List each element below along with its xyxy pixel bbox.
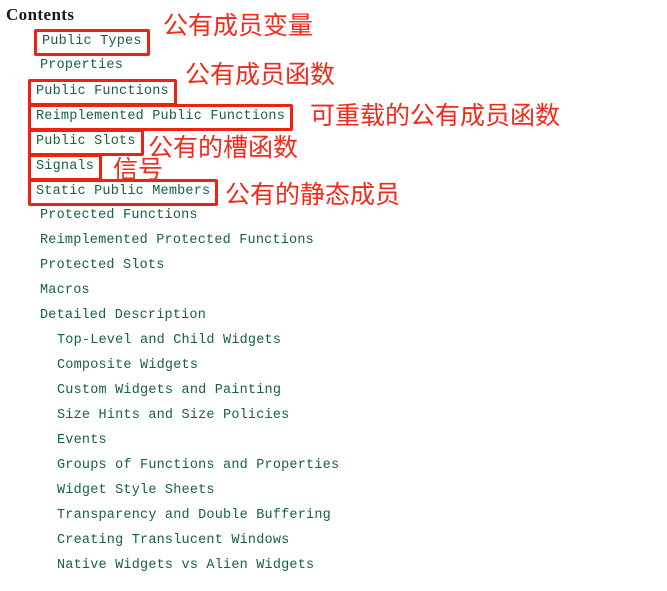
- annotation-label: 信号: [113, 155, 164, 184]
- toc-row: Groups of Functions and Properties: [0, 455, 667, 480]
- toc-link[interactable]: Public Slots: [28, 129, 144, 156]
- annotation-label: 公有的静态成员: [225, 180, 401, 209]
- toc-row: Creating Translucent Windows: [0, 530, 667, 555]
- toc-link[interactable]: Macros: [40, 282, 90, 300]
- toc-row: Top-Level and Child Widgets: [0, 330, 667, 355]
- toc-link[interactable]: Properties: [40, 57, 123, 75]
- toc-link[interactable]: Signals: [28, 154, 103, 181]
- toc-link[interactable]: Custom Widgets and Painting: [57, 382, 281, 400]
- page-title: Contents: [6, 5, 75, 24]
- annotation-label: 可重载的公有成员函数: [310, 101, 561, 130]
- toc-link[interactable]: Reimplemented Public Functions: [28, 104, 294, 131]
- toc-row: Reimplemented Protected Functions: [0, 230, 667, 255]
- toc-link[interactable]: Protected Slots: [40, 257, 165, 275]
- toc-row: Signals: [0, 154, 667, 181]
- toc-link[interactable]: Public Types: [34, 29, 150, 56]
- toc-link[interactable]: Size Hints and Size Policies: [57, 407, 289, 425]
- toc-link[interactable]: Reimplemented Protected Functions: [40, 232, 314, 250]
- toc-row: Macros: [0, 280, 667, 305]
- toc-row: Public Slots: [0, 129, 667, 156]
- toc-row: Composite Widgets: [0, 355, 667, 380]
- toc-link[interactable]: Creating Translucent Windows: [57, 532, 289, 550]
- toc-link[interactable]: Widget Style Sheets: [57, 482, 215, 500]
- toc-row: Protected Slots: [0, 255, 667, 280]
- toc-row: Transparency and Double Buffering: [0, 505, 667, 530]
- toc-row: Size Hints and Size Policies: [0, 405, 667, 430]
- annotation-label: 公有的槽函数: [148, 133, 299, 162]
- contents-page: Contents Public Types Properties Public Fu…: [0, 0, 667, 591]
- toc-link[interactable]: Native Widgets vs Alien Widgets: [57, 557, 314, 575]
- toc-row: Custom Widgets and Painting: [0, 380, 667, 405]
- toc-link[interactable]: Public Functions: [28, 79, 177, 106]
- toc-row: Detailed Description: [0, 305, 667, 330]
- toc-link[interactable]: Detailed Description: [40, 307, 206, 325]
- toc-link[interactable]: Top-Level and Child Widgets: [57, 332, 281, 350]
- toc-link[interactable]: Transparency and Double Buffering: [57, 507, 331, 525]
- toc-row: Widget Style Sheets: [0, 480, 667, 505]
- toc-link[interactable]: Events: [57, 432, 107, 450]
- toc-link[interactable]: Groups of Functions and Properties: [57, 457, 339, 475]
- toc-row: Native Widgets vs Alien Widgets: [0, 555, 667, 580]
- toc-row: Events: [0, 430, 667, 455]
- toc-link[interactable]: Composite Widgets: [57, 357, 198, 375]
- toc-link[interactable]: Protected Functions: [40, 207, 198, 225]
- annotation-label: 公有成员变量: [163, 11, 314, 40]
- annotation-label: 公有成员函数: [185, 60, 336, 89]
- toc-row: Public Types: [0, 29, 667, 56]
